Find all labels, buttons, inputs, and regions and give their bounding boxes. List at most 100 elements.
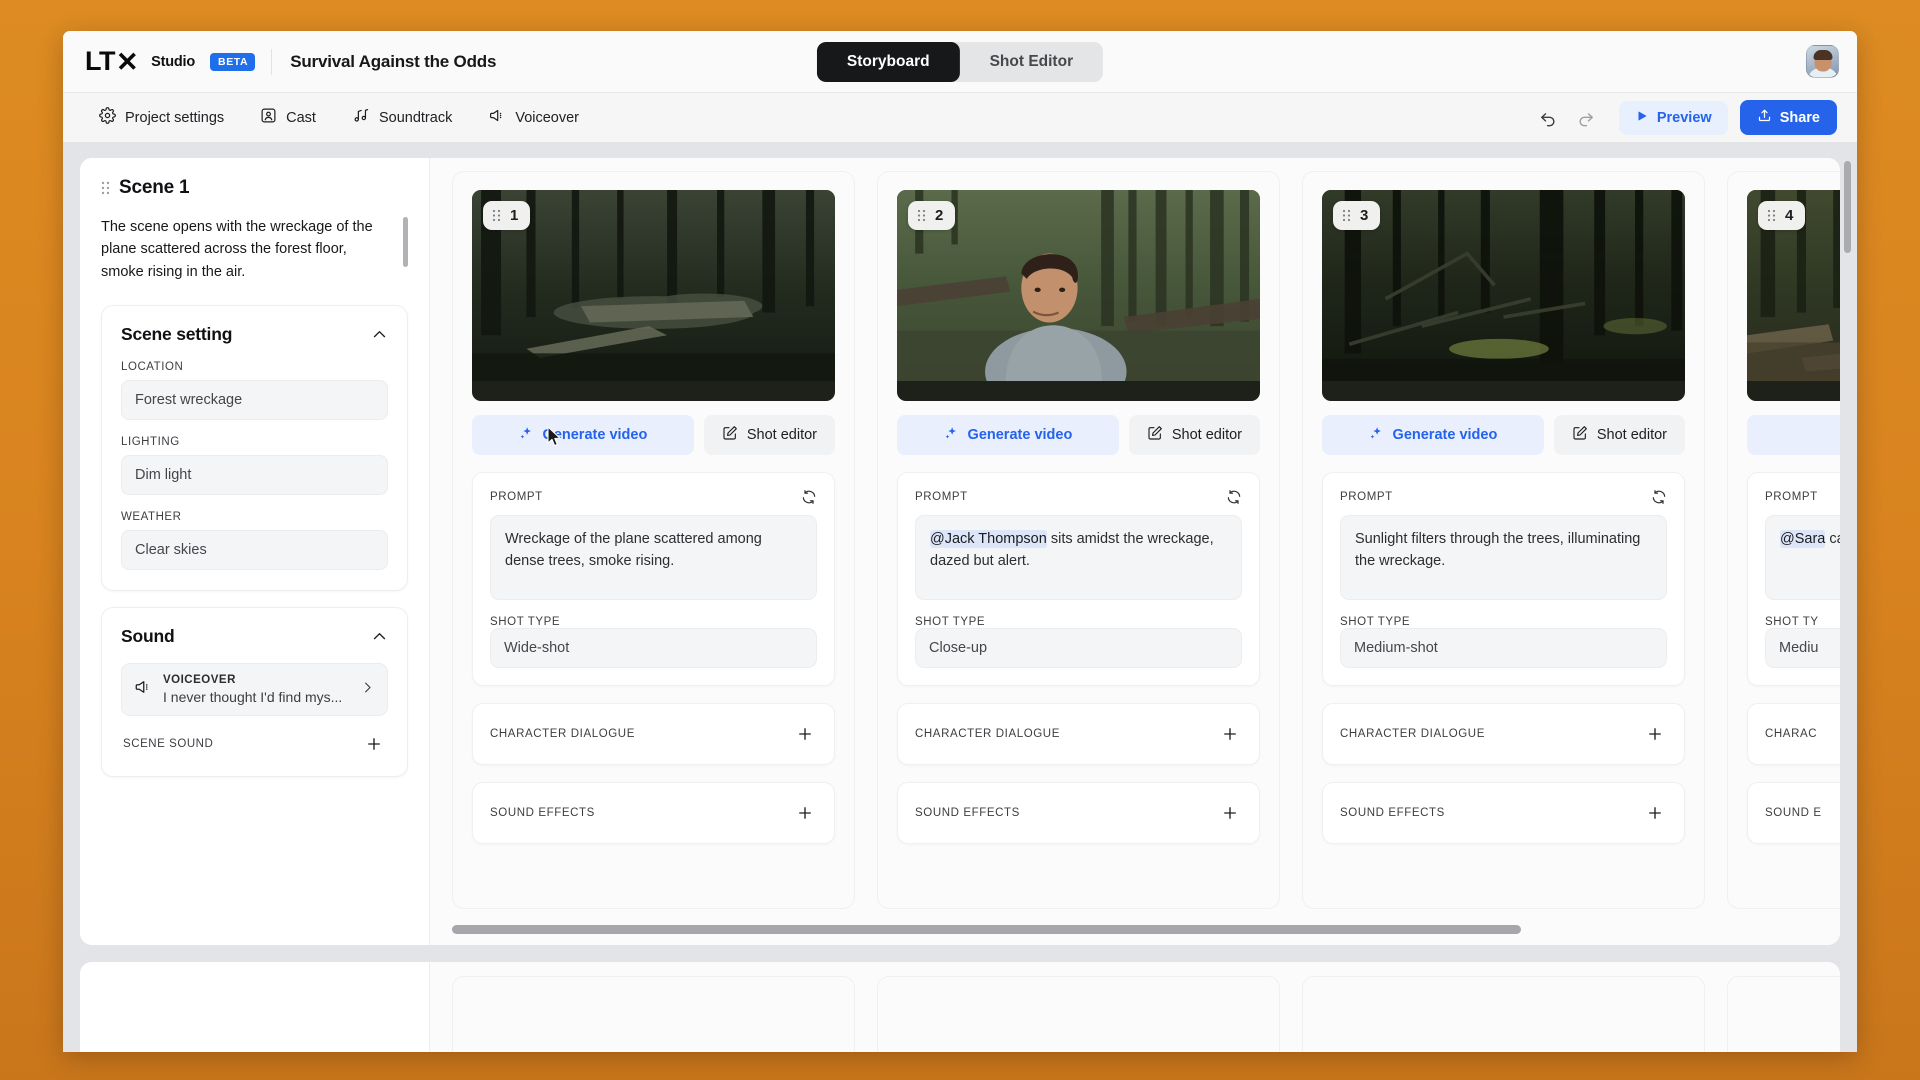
add-dialogue-button[interactable]	[1218, 722, 1242, 746]
sound-effects-section[interactable]: SOUND EFFECTS	[897, 782, 1260, 844]
shot-thumbnail[interactable]: 3	[1322, 190, 1685, 401]
add-sound-effect-button[interactable]	[793, 801, 817, 825]
scene-sound-label: SCENE SOUND	[123, 738, 214, 751]
shot-editor-label: Shot editor	[1596, 427, 1667, 443]
toolbar-right-group: Preview Share	[1531, 100, 1837, 135]
scene-row-2[interactable]	[80, 962, 1840, 1052]
voiceover-label: VOICEOVER	[163, 674, 236, 687]
shot-number-badge[interactable]: 3	[1333, 201, 1381, 230]
prompt-header: PROMPT	[1340, 489, 1667, 505]
shot-type-label: SHOT TY	[1765, 616, 1819, 628]
character-dialogue-label: CHARACTER DIALOGUE	[915, 728, 1060, 740]
gear-icon	[99, 107, 116, 128]
toolbar-item-cast[interactable]: Cast	[248, 101, 328, 134]
scene-row-1: Scene 1 The scene opens with the wreckag…	[80, 158, 1840, 945]
toolbar-item-voiceover[interactable]: Voiceover	[476, 101, 591, 134]
undo-icon[interactable]	[1531, 101, 1565, 135]
generate-video-button[interactable]: Generate video	[1322, 415, 1544, 455]
shot-type-input[interactable]: Mediu	[1765, 628, 1840, 668]
scene-setting-header[interactable]: Scene setting	[121, 324, 388, 345]
shot-actions: Generate video Shot editor	[897, 415, 1260, 455]
voiceover-text: I never thought I'd find mys...	[163, 689, 343, 706]
shots-horizontal-scrollbar[interactable]	[452, 925, 1822, 934]
redo-icon[interactable]	[1569, 101, 1603, 135]
shot-type-input[interactable]: Close-up	[915, 628, 1242, 668]
shot-card	[1727, 976, 1840, 1052]
scene-sidebar: Scene 1 The scene opens with the wreckag…	[80, 158, 430, 945]
workspace-vertical-scrollbar[interactable]	[1844, 161, 1851, 253]
avatar-hair	[1813, 49, 1832, 60]
refresh-icon[interactable]	[1651, 489, 1667, 505]
sparkles-icon	[519, 426, 534, 445]
sound-effects-section[interactable]: SOUND EFFECTS	[472, 782, 835, 844]
character-dialogue-section[interactable]: CHARAC	[1747, 703, 1840, 765]
shot-number-badge[interactable]: 4	[1758, 201, 1806, 230]
shot-editor-button[interactable]: Shot editor	[1553, 415, 1685, 455]
shot-editor-button[interactable]: Shot editor	[1128, 415, 1260, 455]
add-dialogue-button[interactable]	[793, 722, 817, 746]
generate-video-button[interactable]: Generate video	[472, 415, 694, 455]
tab-shot-editor[interactable]: Shot Editor	[960, 42, 1104, 82]
toolbar-item-soundtrack[interactable]: Soundtrack	[340, 101, 464, 134]
drag-handle-icon[interactable]	[101, 181, 110, 195]
play-icon	[1635, 109, 1649, 127]
shot-number-badge[interactable]: 1	[483, 201, 531, 230]
lighting-input[interactable]: Dim light	[121, 455, 388, 496]
preview-button[interactable]: Preview	[1618, 100, 1728, 135]
add-sound-effect-button[interactable]	[1218, 801, 1242, 825]
prompt-input[interactable]: @Jack Thompson sits amidst the wreckage,…	[915, 515, 1242, 600]
ltx-logo: LT ✕	[85, 46, 139, 77]
prompt-input[interactable]: Sunlight filters through the trees, illu…	[1340, 515, 1667, 600]
shot-thumbnail[interactable]: 2	[897, 190, 1260, 401]
chevron-right-icon	[360, 680, 375, 700]
share-button-label: Share	[1779, 109, 1820, 126]
generate-video-button[interactable]: Ge	[1747, 415, 1840, 455]
prompt-label: PROMPT	[1765, 491, 1818, 503]
edit-icon	[1147, 425, 1163, 445]
avatar[interactable]	[1806, 45, 1839, 78]
tab-storyboard[interactable]: Storyboard	[816, 41, 960, 82]
refresh-icon[interactable]	[801, 489, 817, 505]
add-scene-sound-button[interactable]	[362, 732, 386, 756]
prompt-section: PROMPT Sunlight filters through the tree…	[1322, 472, 1685, 686]
shot-card: 4 Ge	[1727, 171, 1840, 909]
view-tab-switcher: Storyboard Shot Editor	[816, 41, 1104, 82]
sound-effects-section[interactable]: SOUND EFFECTS	[1322, 782, 1685, 844]
shots-scrollbar-thumb[interactable]	[452, 925, 1521, 934]
scene-description-scrollbar[interactable]	[403, 217, 408, 267]
sound-effects-section[interactable]: SOUND E	[1747, 782, 1840, 844]
header-right-group	[1806, 45, 1839, 78]
prompt-header: PROMPT	[915, 489, 1242, 505]
location-input[interactable]: Forest wreckage	[121, 380, 388, 421]
shot-actions: Generate video Shot editor	[1322, 415, 1685, 455]
generate-video-button[interactable]: Generate video	[897, 415, 1119, 455]
character-dialogue-section[interactable]: CHARACTER DIALOGUE	[472, 703, 835, 765]
prompt-input[interactable]: Wreckage of the plane scattered among de…	[490, 515, 817, 600]
add-dialogue-button[interactable]	[1643, 722, 1667, 746]
toolbar-item-project-settings[interactable]: Project settings	[87, 101, 236, 134]
refresh-icon[interactable]	[1226, 489, 1242, 505]
shot-number-badge[interactable]: 2	[908, 201, 956, 230]
voiceover-row[interactable]: VOICEOVER I never thought I'd find mys..…	[121, 663, 388, 717]
add-sound-effect-button[interactable]	[1643, 801, 1667, 825]
shot-type-input[interactable]: Wide-shot	[490, 628, 817, 668]
shot-thumbnail[interactable]: 1	[472, 190, 835, 401]
sound-effects-label: SOUND EFFECTS	[490, 807, 595, 819]
prompt-input[interactable]: @Sara caution face.	[1765, 515, 1840, 600]
shot-thumbnail[interactable]: 4	[1747, 190, 1840, 401]
character-dialogue-section[interactable]: CHARACTER DIALOGUE	[1322, 703, 1685, 765]
sound-card-header[interactable]: Sound	[121, 626, 388, 647]
edit-icon	[722, 425, 738, 445]
shot-editor-button[interactable]: Shot editor	[703, 415, 835, 455]
chevron-up-icon[interactable]	[371, 628, 388, 645]
prompt-section: PROMPT @Jack Thompson sits amidst the wr…	[897, 472, 1260, 686]
scene-description[interactable]: The scene opens with the wreckage of the…	[101, 216, 408, 283]
shot-type-input[interactable]: Medium-shot	[1340, 628, 1667, 668]
chevron-up-icon[interactable]	[371, 326, 388, 343]
shot-card: 3 Generate video Shot editor PROMPT Sunl…	[1302, 171, 1705, 909]
brand-logo[interactable]: LT ✕ Studio BETA	[85, 46, 256, 77]
character-dialogue-section[interactable]: CHARACTER DIALOGUE	[897, 703, 1260, 765]
share-button[interactable]: Share	[1739, 100, 1837, 135]
weather-input[interactable]: Clear skies	[121, 530, 388, 571]
logo-studio-text: Studio	[151, 53, 196, 70]
